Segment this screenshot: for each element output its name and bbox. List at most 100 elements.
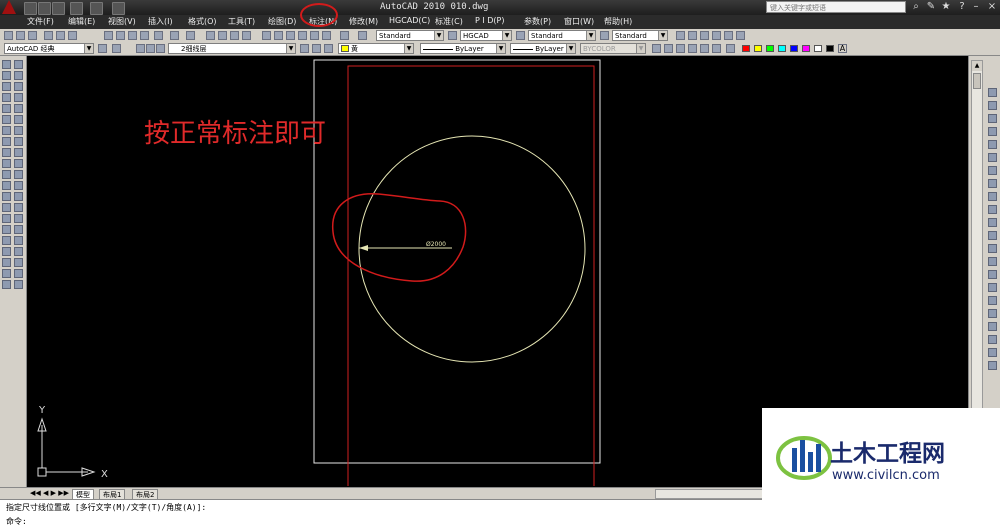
open-icon[interactable]	[16, 31, 25, 40]
lwt-icon[interactable]	[712, 44, 721, 53]
block-editor-icon[interactable]	[154, 31, 163, 40]
table-style-icon[interactable]	[516, 31, 525, 40]
light-bulb-icon[interactable]	[136, 44, 145, 53]
chevron-down-icon[interactable]: ▼	[496, 44, 505, 53]
menu-format[interactable]: 格式(O)	[188, 16, 217, 27]
color-green-icon[interactable]	[766, 45, 774, 52]
layer-select[interactable]: 2细线层 ▼	[168, 43, 296, 54]
command-input-label[interactable]: 命令:	[6, 516, 27, 527]
dimension-tool-icon[interactable]	[988, 322, 997, 331]
modify-tool-icon[interactable]	[14, 104, 23, 113]
plotstyle-select[interactable]: BYCOLOR ▼	[580, 43, 646, 54]
polar-icon[interactable]	[688, 44, 697, 53]
key-icon[interactable]: ✎	[925, 1, 937, 13]
color-magenta-icon[interactable]	[802, 45, 810, 52]
dimension-tool-icon[interactable]	[988, 114, 997, 123]
pan-icon[interactable]	[206, 31, 215, 40]
chevron-down-icon[interactable]: ▼	[434, 31, 443, 40]
modify-tool-icon[interactable]	[14, 159, 23, 168]
draw-tool-icon[interactable]	[2, 159, 11, 168]
search-icon[interactable]: ⌕	[910, 1, 922, 13]
modify-tool-icon[interactable]	[14, 214, 23, 223]
dimension-tool-icon[interactable]	[988, 244, 997, 253]
collect-leader-icon[interactable]	[724, 31, 733, 40]
save-icon[interactable]	[28, 31, 37, 40]
draw-tool-icon[interactable]	[2, 82, 11, 91]
lock-icon[interactable]	[156, 44, 165, 53]
menu-draw[interactable]: 绘图(D)	[268, 16, 296, 27]
menu-hgcad[interactable]: HGCAD(C)	[389, 16, 430, 25]
menu-pid[interactable]: P I D(P)	[475, 16, 505, 25]
chevron-down-icon[interactable]: ▼	[566, 44, 575, 53]
design-center-icon[interactable]	[274, 31, 283, 40]
redo-icon[interactable]	[90, 2, 103, 15]
make-current-layer-icon[interactable]	[300, 44, 309, 53]
menu-params[interactable]: 参数(P)	[524, 16, 551, 27]
draw-tool-icon[interactable]	[2, 93, 11, 102]
color-black-icon[interactable]	[826, 45, 834, 52]
dimension-tool-icon[interactable]	[988, 361, 997, 370]
chevron-down-icon[interactable]: ▼	[502, 31, 511, 40]
draw-tool-icon[interactable]	[2, 60, 11, 69]
draw-tool-icon[interactable]	[2, 137, 11, 146]
dimension-tool-icon[interactable]	[988, 309, 997, 318]
modify-tool-icon[interactable]	[14, 82, 23, 91]
align-leader-icon[interactable]	[712, 31, 721, 40]
tab-nav-icon[interactable]: ◀◀ ◀ ▶ ▶▶	[30, 489, 69, 497]
draw-tool-icon[interactable]	[2, 71, 11, 80]
multileader-style-select[interactable]: Standard ▼	[612, 30, 668, 41]
modify-tool-icon[interactable]	[14, 93, 23, 102]
modify-tool-icon[interactable]	[14, 269, 23, 278]
draw-tool-icon[interactable]	[2, 148, 11, 157]
draw-tool-icon[interactable]	[2, 247, 11, 256]
draw-tool-icon[interactable]	[2, 126, 11, 135]
modify-tool-icon[interactable]	[14, 71, 23, 80]
draw-tool-icon[interactable]	[2, 280, 11, 289]
dimension-tool-icon[interactable]	[988, 270, 997, 279]
dimension-tool-icon[interactable]	[988, 166, 997, 175]
print-icon[interactable]	[44, 31, 53, 40]
menu-window[interactable]: 窗口(W)	[564, 16, 594, 27]
dimension-tool-icon[interactable]	[988, 179, 997, 188]
cut-icon[interactable]	[104, 31, 113, 40]
zoom-window-icon[interactable]	[230, 31, 239, 40]
undo-icon[interactable]	[170, 31, 179, 40]
tool-palettes-icon[interactable]	[286, 31, 295, 40]
modify-tool-icon[interactable]	[14, 181, 23, 190]
chevron-down-icon[interactable]: ▼	[84, 44, 93, 53]
draw-tool-icon[interactable]	[2, 236, 11, 245]
osnap-icon[interactable]	[700, 44, 709, 53]
draw-tool-icon[interactable]	[2, 181, 11, 190]
star-icon[interactable]: ★	[940, 1, 952, 13]
modify-tool-icon[interactable]	[14, 225, 23, 234]
color-select[interactable]: 黄 ▼	[338, 43, 414, 54]
text-style-select[interactable]: Standard ▼	[376, 30, 444, 41]
workspace-settings-icon[interactable]	[98, 44, 107, 53]
chevron-down-icon[interactable]: ▼	[586, 31, 595, 40]
dimension-tool-icon[interactable]	[988, 231, 997, 240]
search-input[interactable]: 键入关键字或短语	[766, 1, 906, 13]
modify-tool-icon[interactable]	[14, 247, 23, 256]
dimension-tool-icon[interactable]	[988, 218, 997, 227]
text-style-icon[interactable]	[358, 31, 367, 40]
color-red-icon[interactable]	[742, 45, 750, 52]
plot-icon[interactable]	[112, 2, 125, 15]
draw-tool-icon[interactable]	[2, 258, 11, 267]
dimension-tool-icon[interactable]	[988, 101, 997, 110]
new-icon[interactable]	[4, 31, 13, 40]
chevron-down-icon[interactable]: ▼	[658, 31, 667, 40]
modify-tool-icon[interactable]	[14, 60, 23, 69]
menu-view[interactable]: 视图(V)	[108, 16, 136, 27]
modify-tool-icon[interactable]	[14, 203, 23, 212]
layer-manager-icon[interactable]	[112, 44, 121, 53]
modify-tool-icon[interactable]	[14, 115, 23, 124]
draw-tool-icon[interactable]	[2, 214, 11, 223]
dimension-tool-icon[interactable]	[988, 348, 997, 357]
calculator-icon[interactable]	[322, 31, 331, 40]
layer-state-icon[interactable]	[324, 44, 333, 53]
undo-icon[interactable]	[70, 2, 83, 15]
snap-icon[interactable]	[664, 44, 673, 53]
redo-icon[interactable]	[186, 31, 195, 40]
minimize-icon[interactable]: –	[970, 1, 982, 13]
dimension-tool-icon[interactable]	[988, 140, 997, 149]
